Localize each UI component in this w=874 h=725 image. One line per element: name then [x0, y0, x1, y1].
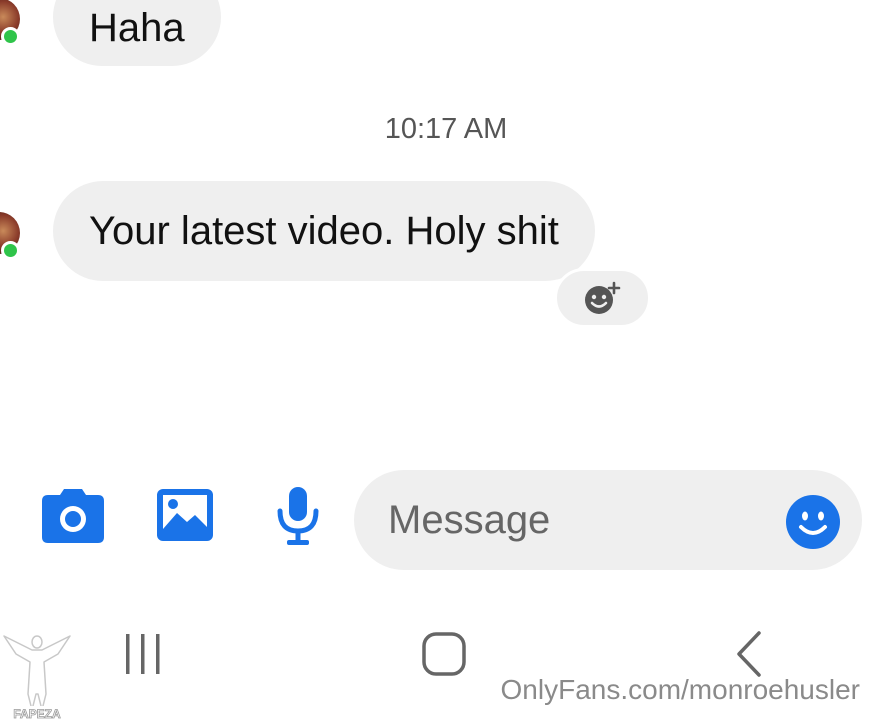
message-input[interactable]: Message [354, 470, 862, 570]
message-text: Your latest video. Holy shit [89, 208, 559, 253]
online-indicator [1, 241, 20, 260]
svg-text:FAPEZA: FAPEZA [13, 707, 61, 720]
message-bubble[interactable]: Your latest video. Holy shit [53, 181, 595, 281]
camera-icon [42, 489, 104, 543]
watermark-logo: FAPEZA [2, 632, 72, 721]
recent-apps-button[interactable] [118, 630, 168, 678]
camera-button[interactable] [42, 488, 104, 544]
online-indicator [1, 27, 20, 46]
message-timestamp: 10:17 AM [384, 113, 508, 145]
system-navigation-bar [0, 610, 874, 723]
add-reaction-icon [584, 281, 620, 314]
back-button[interactable] [728, 628, 768, 680]
contact-avatar[interactable] [0, 0, 20, 46]
microphone-icon [277, 487, 319, 545]
home-button[interactable] [418, 630, 470, 678]
contact-avatar[interactable] [0, 212, 20, 260]
emoji-icon [786, 495, 840, 549]
add-reaction-button[interactable] [554, 268, 651, 328]
message-text: Haha [89, 5, 185, 50]
emoji-button[interactable] [786, 495, 840, 549]
recent-apps-icon [126, 634, 160, 674]
back-icon [737, 631, 761, 677]
watermark-text: OnlyFans.com/monroehusler [500, 674, 860, 705]
gallery-button[interactable] [157, 488, 213, 542]
gallery-icon [157, 489, 213, 541]
message-placeholder: Message [388, 497, 551, 542]
message-bubble[interactable]: Haha [53, 0, 221, 66]
voice-button[interactable] [273, 486, 323, 546]
home-icon [422, 632, 466, 676]
